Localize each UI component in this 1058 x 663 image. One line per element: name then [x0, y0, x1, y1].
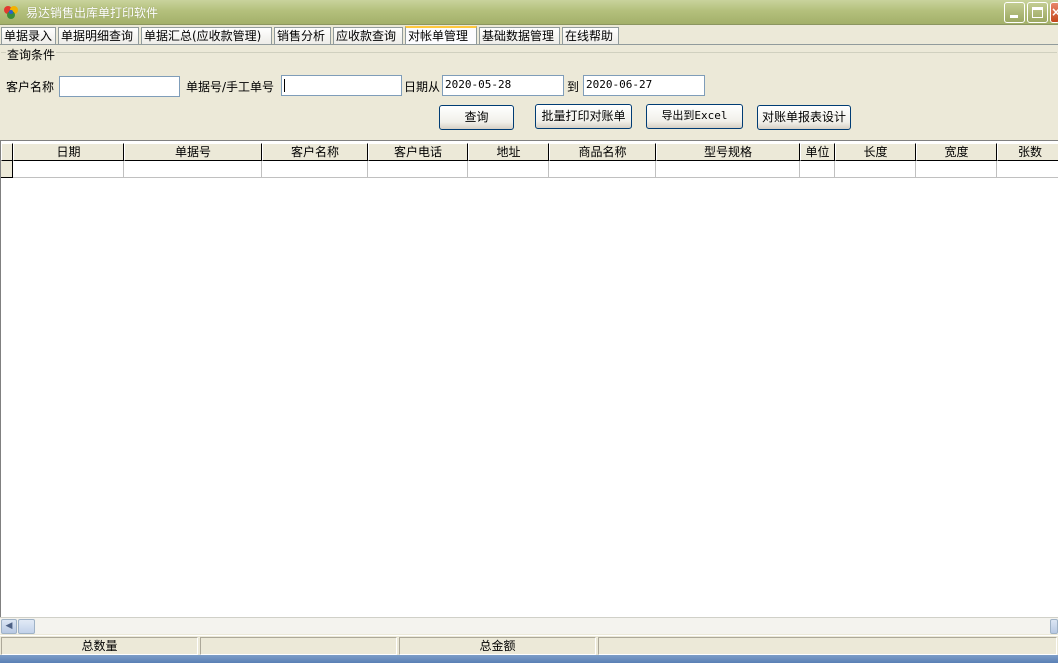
column-header-customer-phone[interactable]: 客户电话: [368, 143, 468, 161]
table-cell[interactable]: [835, 161, 916, 178]
tab-statement-management[interactable]: 对帐单管理: [405, 26, 477, 45]
title-bar[interactable]: 易达销售出库单打印软件 ×: [0, 0, 1058, 25]
status-bar: 总数量 总金额: [0, 635, 1058, 655]
grid-header: 日期 单据号 客户名称 客户电话 地址 商品名称 型号规格 单位 长度 宽度 张…: [1, 143, 1058, 161]
table-cell[interactable]: [800, 161, 835, 178]
horizontal-scrollbar[interactable]: ◀: [0, 617, 1058, 634]
date-to-input[interactable]: 2020-06-27: [583, 75, 705, 96]
tab-summary-receivables[interactable]: 单据汇总(应收款管理): [141, 27, 272, 45]
scroll-thumb[interactable]: [18, 619, 35, 634]
tab-divider: [0, 44, 1058, 45]
close-button[interactable]: ×: [1050, 2, 1058, 23]
column-header-sheet-count[interactable]: 张数: [997, 143, 1058, 161]
search-button[interactable]: 查询: [439, 105, 514, 130]
maximize-button[interactable]: [1027, 2, 1048, 23]
column-header-doc-no[interactable]: 单据号: [124, 143, 262, 161]
total-amount-value: [598, 637, 1057, 655]
column-header-width[interactable]: 宽度: [916, 143, 997, 161]
table-cell[interactable]: [124, 161, 262, 178]
header-corner: [1, 143, 13, 161]
column-header-product-name[interactable]: 商品名称: [549, 143, 656, 161]
doc-no-label: 单据号/手工单号: [186, 80, 275, 94]
tab-receivables-query[interactable]: 应收款查询: [333, 27, 403, 45]
customer-label: 客户名称: [6, 80, 55, 94]
table-cell[interactable]: [916, 161, 997, 178]
arrow-left-icon: ◀: [5, 621, 13, 631]
column-header-address[interactable]: 地址: [468, 143, 549, 161]
column-header-unit[interactable]: 单位: [800, 143, 835, 161]
scroll-left-button[interactable]: ◀: [1, 619, 17, 634]
maximize-icon: [1032, 7, 1043, 18]
doc-no-input[interactable]: [281, 75, 402, 96]
scroll-right-button[interactable]: [1050, 619, 1058, 634]
batch-print-statement-button[interactable]: 批量打印对账单: [535, 104, 632, 129]
minimize-icon: [1010, 15, 1018, 18]
table-cell[interactable]: [368, 161, 468, 178]
close-icon: ×: [1051, 5, 1058, 19]
tab-basic-data[interactable]: 基础数据管理: [479, 27, 560, 45]
total-quantity-value: [200, 637, 397, 655]
table-cell[interactable]: [656, 161, 800, 178]
main-tabs: 单据录入 单据明细查询 单据汇总(应收款管理) 销售分析 应收款查询 对帐单管理…: [0, 26, 1058, 45]
date-from-input[interactable]: 2020-05-28: [442, 75, 564, 96]
query-group-title: 查询条件: [6, 46, 57, 63]
text-caret: [284, 78, 285, 92]
table-cell[interactable]: [549, 161, 656, 178]
row-indicator[interactable]: [1, 161, 13, 178]
column-header-customer-name[interactable]: 客户名称: [262, 143, 368, 161]
table-cell[interactable]: [262, 161, 368, 178]
table-cell[interactable]: [13, 161, 124, 178]
tab-sales-analysis[interactable]: 销售分析: [274, 27, 331, 45]
tab-online-help[interactable]: 在线帮助: [562, 27, 619, 45]
total-amount-label: 总金额: [399, 637, 596, 655]
minimize-button[interactable]: [1004, 2, 1025, 23]
table-cell[interactable]: [997, 161, 1058, 178]
app-logo-icon: [4, 6, 18, 19]
statement-grid[interactable]: 日期 单据号 客户名称 客户电话 地址 商品名称 型号规格 单位 长度 宽度 张…: [0, 140, 1058, 617]
date-from-label: 日期从: [404, 80, 441, 94]
column-header-length[interactable]: 长度: [835, 143, 916, 161]
taskbar-edge: [0, 655, 1058, 663]
customer-input[interactable]: [59, 76, 180, 97]
total-quantity-label: 总数量: [1, 637, 198, 655]
export-excel-button[interactable]: 导出到Excel: [646, 104, 743, 129]
tab-document-entry[interactable]: 单据录入: [1, 27, 56, 45]
column-header-model-spec[interactable]: 型号规格: [656, 143, 800, 161]
statement-report-design-button[interactable]: 对账单报表设计: [757, 105, 851, 130]
tab-detail-query[interactable]: 单据明细查询: [58, 27, 139, 45]
date-to-label: 到: [567, 80, 580, 94]
column-header-date[interactable]: 日期: [13, 143, 124, 161]
window-title: 易达销售出库单打印软件: [26, 6, 159, 20]
table-cell[interactable]: [468, 161, 549, 178]
